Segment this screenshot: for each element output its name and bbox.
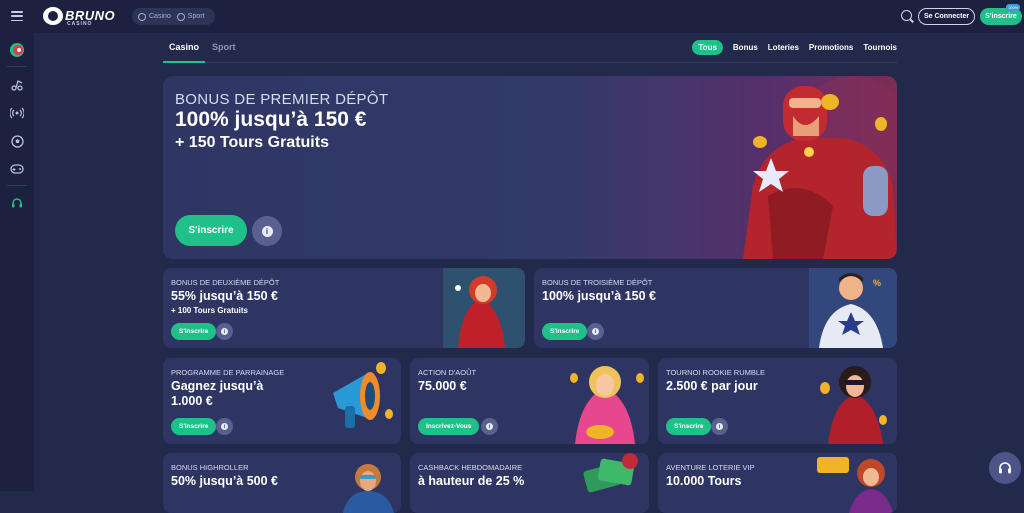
promo-card: BONUS DE DEUXIÈME DÉPÔT 55% jusqu’à 150 … <box>163 268 525 348</box>
card-subtitle: TOURNOI ROOKIE RUMBLE <box>666 368 766 377</box>
sidebar <box>0 33 34 491</box>
filter-tournaments[interactable]: Tournois <box>863 40 897 55</box>
info-icon: i <box>486 423 493 430</box>
segment-sport-label: Sport <box>187 13 205 20</box>
card-info-button[interactable]: i <box>711 418 728 435</box>
tab-sport[interactable]: Sport <box>212 42 236 52</box>
card-subtitle: PROGRAMME DE PARRAINAGE <box>171 368 285 377</box>
top-bar: BRUNO CASINO Casino Sport Se Connecter S… <box>0 0 1024 33</box>
promo-card: BONUS HIGHROLLER 50% jusqu’à 500 € <box>163 453 401 513</box>
card-subtitle: ACTION D'AOÛT <box>418 368 477 377</box>
logo-subtext: CASINO <box>67 21 93 27</box>
sidebar-divider <box>7 66 27 67</box>
hero-subtitle: BONUS DE PREMIER DÉPÔT <box>175 91 389 108</box>
promo-card: PROGRAMME DE PARRAINAGE Gagnez jusqu’à 1… <box>163 358 401 444</box>
signup-badge: 100% <box>1006 4 1021 11</box>
masked-heroine-illustration <box>820 366 887 444</box>
info-icon: i <box>221 328 228 335</box>
card-title: 50% jusqu’à 500 € <box>171 474 279 488</box>
card-title: 10.000 Tours <box>666 474 742 488</box>
svg-text:%: % <box>873 278 881 288</box>
card-title: 100% jusqu’à 150 € <box>542 289 656 303</box>
filter-all[interactable]: Tous <box>692 40 723 55</box>
support-icon[interactable] <box>9 195 25 211</box>
logo[interactable]: BRUNO CASINO <box>43 7 115 27</box>
soccer-icon[interactable] <box>9 133 25 149</box>
category-tabs: Casino Sport Tous Bonus Loteries Promoti… <box>162 33 897 63</box>
superhero-illustration <box>743 76 897 259</box>
card-signup-button[interactable]: S'inscrire <box>171 323 217 340</box>
card-signup-button[interactable]: S'inscrire <box>666 418 712 435</box>
headset-icon <box>999 462 1011 474</box>
card-title: à hauteur de 25 % <box>418 474 525 488</box>
filter-promotions[interactable]: Promotions <box>809 40 853 55</box>
card-subtitle: BONUS DE DEUXIÈME DÉPÔT <box>171 278 280 287</box>
info-icon: i <box>592 328 599 335</box>
support-chat-button[interactable] <box>989 452 1021 484</box>
info-icon: i <box>716 423 723 430</box>
filter-lotteries[interactable]: Loteries <box>768 40 799 55</box>
sidebar-divider <box>7 185 27 186</box>
card-subtitle: BONUS DE TROISIÈME DÉPÔT <box>542 278 653 287</box>
card-info-button[interactable]: i <box>216 418 233 435</box>
promo-card: AVENTURE LOTERIE VIP 10.000 Tours <box>658 453 897 513</box>
promo-card: TOURNOI ROOKIE RUMBLE 2.500 € par jour S… <box>658 358 897 444</box>
section-switcher: Casino Sport <box>132 8 215 25</box>
info-icon: i <box>221 423 228 430</box>
card-title: Gagnez jusqu’à 1.000 € <box>171 379 264 408</box>
heroine-illustration <box>443 268 525 348</box>
live-icon[interactable] <box>9 105 25 121</box>
card-info-button[interactable]: i <box>587 323 604 340</box>
filter-bonus[interactable]: Bonus <box>733 40 758 55</box>
card-subtitle: CASHBACK HEBDOMADAIRE <box>418 463 523 472</box>
card-title: 55% jusqu’à 150 € <box>171 289 279 303</box>
card-info-button[interactable]: i <box>481 418 498 435</box>
segment-sport[interactable]: Sport <box>176 12 205 21</box>
card-signup-button[interactable]: Inscrivez-Vous <box>418 418 480 435</box>
card-subtitle: BONUS HIGHROLLER <box>171 463 249 472</box>
card-title: 2.500 € par jour <box>666 379 758 393</box>
hero-title: 100% jusqu’à 150 € <box>175 108 367 131</box>
login-button[interactable]: Se Connecter <box>918 8 975 25</box>
promo-card: BONUS DE TROISIÈME DÉPÔT 100% jusqu’à 15… <box>534 268 897 348</box>
music-icon[interactable] <box>9 77 25 93</box>
woman-illustration <box>570 366 644 444</box>
card-title: 75.000 € <box>418 379 467 393</box>
hero-illustration: % <box>809 268 897 348</box>
hero-signup-button[interactable]: S'inscrire <box>175 215 247 246</box>
filter-bar: Tous Bonus Loteries Promotions Tournois <box>682 40 897 55</box>
segment-casino[interactable]: Casino <box>138 12 171 21</box>
gamepad-icon[interactable] <box>9 161 25 177</box>
info-icon: i <box>261 225 273 237</box>
man-illustration <box>343 464 394 513</box>
card-signup-button[interactable]: S'inscrire <box>542 323 588 340</box>
hero-extra: + 150 Tours Gratuits <box>175 134 329 151</box>
hero-info-button[interactable]: i <box>252 216 282 246</box>
card-subtitle: AVENTURE LOTERIE VIP <box>666 463 755 472</box>
card-info-button[interactable]: i <box>216 323 233 340</box>
casino-icon <box>138 12 146 21</box>
card-extra: + 100 Tours Gratuits <box>171 306 248 315</box>
promo-icon[interactable] <box>9 42 25 58</box>
money-illustration <box>583 453 638 493</box>
search-icon[interactable] <box>901 10 912 21</box>
logo-mark <box>43 7 63 25</box>
megaphone-illustration <box>333 362 393 428</box>
hero-banner: BONUS DE PREMIER DÉPÔT 100% jusqu’à 150 … <box>163 76 897 259</box>
card-signup-button[interactable]: S'inscrire <box>171 418 217 435</box>
promo-card: ACTION D'AOÛT 75.000 € Inscrivez-Vous i <box>410 358 649 444</box>
menu-icon[interactable] <box>11 11 23 21</box>
promo-card: CASHBACK HEBDOMADAIRE à hauteur de 25 % <box>410 453 649 513</box>
tab-casino[interactable]: Casino <box>162 42 206 63</box>
vip-illustration <box>817 457 893 513</box>
segment-casino-label: Casino <box>149 13 171 20</box>
soccer-icon <box>176 12 185 21</box>
